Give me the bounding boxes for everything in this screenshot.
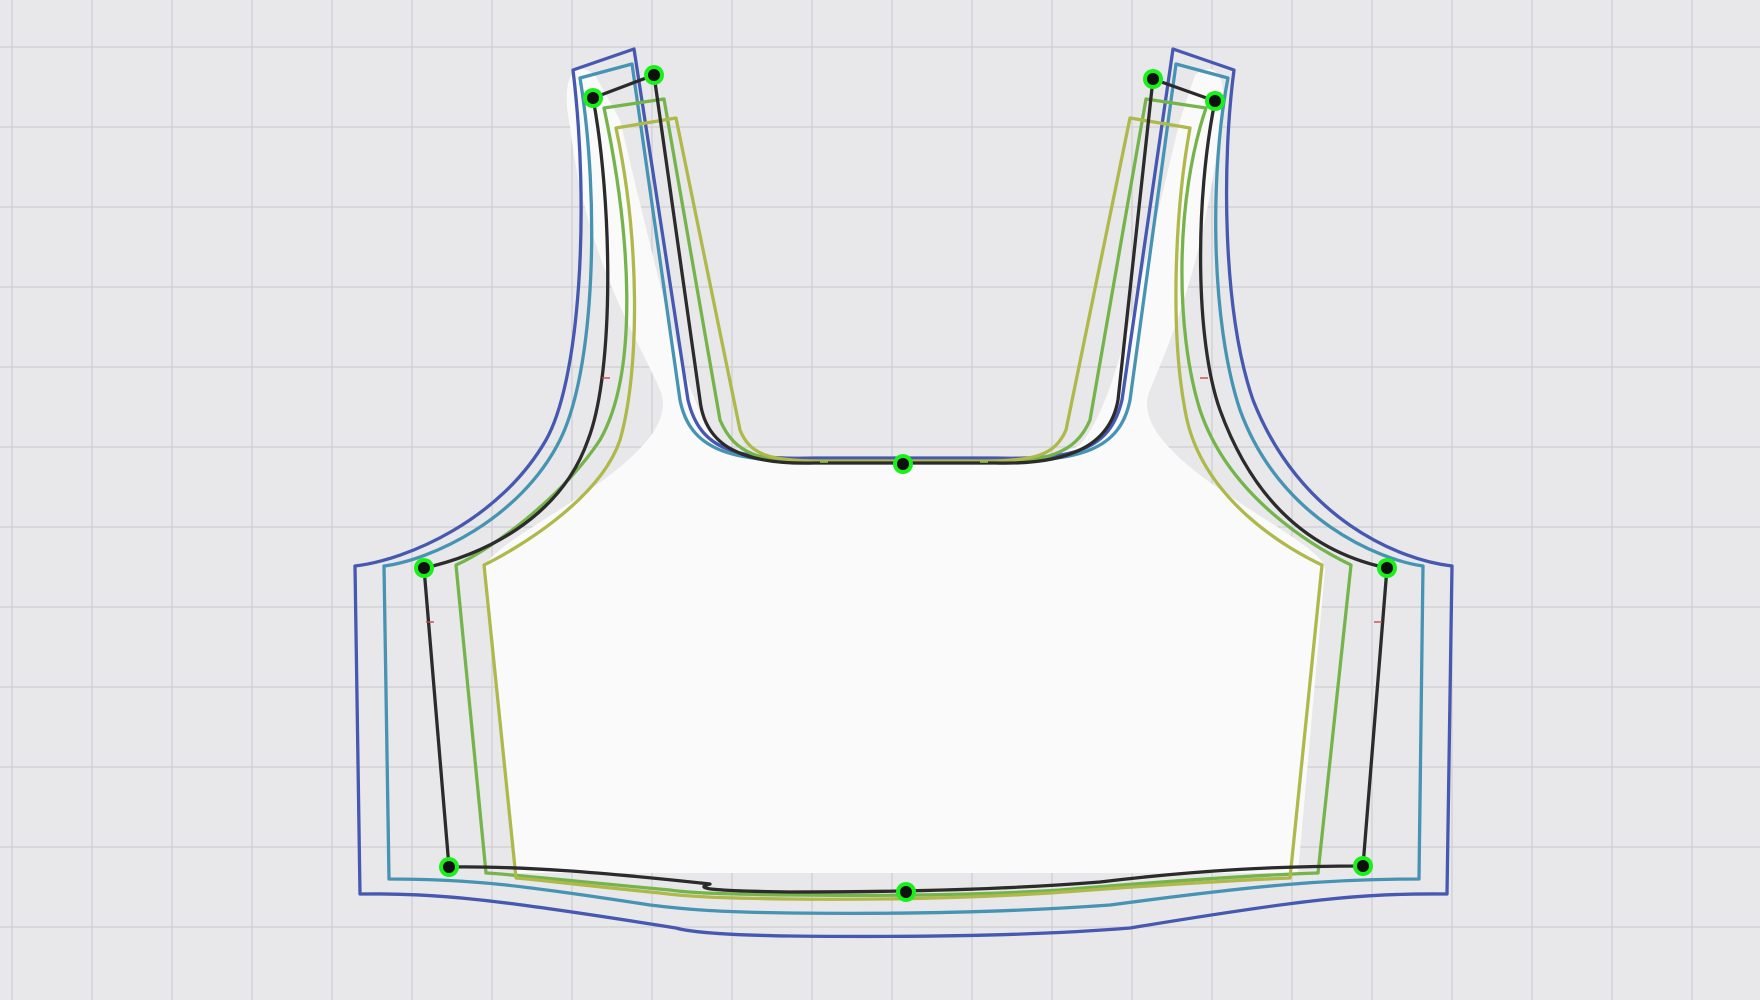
control-point-handle[interactable]: [644, 65, 664, 85]
control-point-handle[interactable]: [1353, 856, 1373, 876]
control-point-handle[interactable]: [896, 882, 916, 902]
pattern-svg[interactable]: [0, 0, 1760, 1000]
control-point-handle[interactable]: [1143, 69, 1163, 89]
control-point-handle[interactable]: [1377, 558, 1397, 578]
control-point-handle[interactable]: [439, 857, 459, 877]
pattern-canvas[interactable]: [0, 0, 1760, 1000]
control-point-handle[interactable]: [1205, 91, 1225, 111]
control-point-handle[interactable]: [583, 88, 603, 108]
control-point-handle[interactable]: [893, 454, 913, 474]
control-point-handle[interactable]: [414, 558, 434, 578]
